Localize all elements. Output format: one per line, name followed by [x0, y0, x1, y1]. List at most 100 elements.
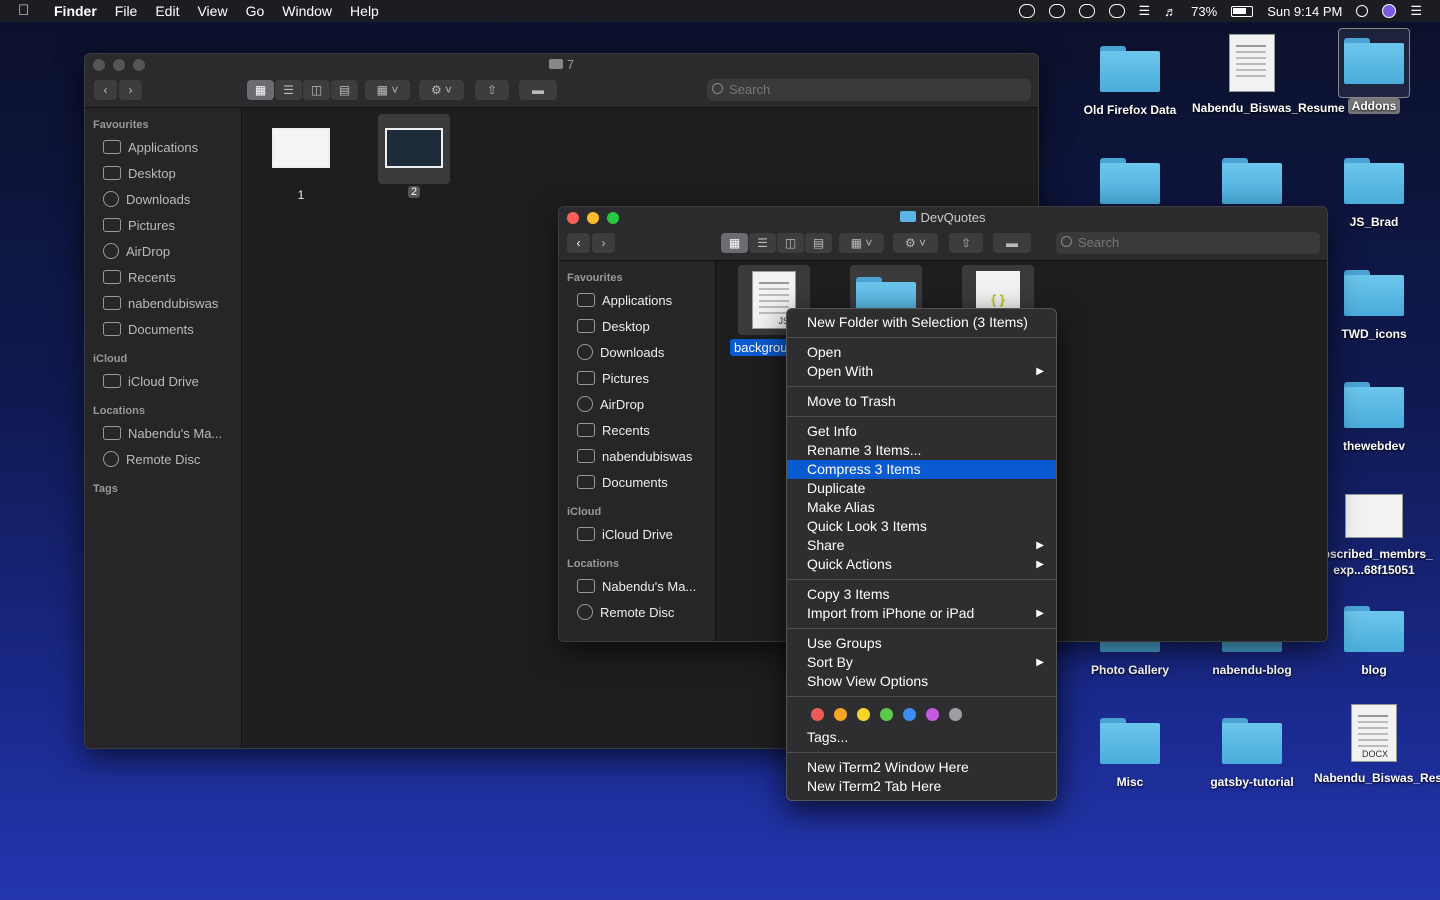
menu-edit[interactable]: Edit [155, 3, 179, 19]
menu-item-new-iterm2-tab-here[interactable]: New iTerm2 Tab Here [787, 777, 1056, 796]
menu-item-copy-3-items[interactable]: Copy 3 Items [787, 585, 1056, 604]
menu-file[interactable]: File [115, 3, 138, 19]
list-view-button[interactable]: ☰ [275, 80, 302, 100]
sidebar-item-nabendubiswas[interactable]: nabendubiswas [85, 290, 241, 316]
tag-color-4[interactable] [903, 707, 916, 721]
menu-item-rename-3-items[interactable]: Rename 3 Items... [787, 441, 1056, 460]
menu-item-import-from-iphone-or-ipad[interactable]: Import from iPhone or iPad ▶ [787, 604, 1056, 623]
menu-item-share[interactable]: Share ▶ [787, 536, 1056, 555]
tag-color-2[interactable] [857, 707, 870, 721]
tags-button[interactable]: ▬ [993, 233, 1031, 253]
clock[interactable]: Sun 9:14 PM [1267, 4, 1342, 19]
sidebar-item-downloads[interactable]: Downloads [559, 339, 715, 365]
sidebar-item-pictures[interactable]: Pictures [85, 212, 241, 238]
menu-item-use-groups[interactable]: Use Groups [787, 634, 1056, 653]
sidebar-item-pictures[interactable]: Pictures [559, 365, 715, 391]
menu-item-quick-actions[interactable]: Quick Actions ▶ [787, 555, 1056, 574]
menu-item-open[interactable]: Open [787, 343, 1056, 362]
menu-item-new-folder-with-selection-3-items[interactable]: New Folder with Selection (3 Items) [787, 313, 1056, 332]
battery-icon[interactable] [1231, 5, 1254, 17]
share-button[interactable]: ⇧ [949, 233, 983, 253]
desktop-item-gatsby-tutorial[interactable]: gatsby-tutorial [1192, 710, 1312, 790]
tag-color-0[interactable] [811, 707, 824, 721]
desktop-item-blog[interactable]: blog [1314, 598, 1434, 678]
desktop-item-folder[interactable] [1070, 150, 1190, 214]
sidebar-item-recents[interactable]: Recents [559, 417, 715, 443]
menu-go[interactable]: Go [246, 3, 265, 19]
gallery-view-button[interactable]: ▤ [805, 233, 832, 253]
menu-item-duplicate[interactable]: Duplicate [787, 479, 1056, 498]
check-icon[interactable] [1018, 4, 1035, 18]
menu-item-get-info[interactable]: Get Info [787, 422, 1056, 441]
search-field[interactable]: Search [1056, 232, 1320, 254]
battery-percent[interactable]: 73% [1191, 4, 1217, 19]
desktop-item-thewebdev[interactable]: thewebdev [1314, 374, 1434, 454]
tag-color-6[interactable] [949, 707, 962, 721]
group-by-button[interactable]: ▦ ˅ [839, 233, 884, 253]
wifi-icon[interactable]: ☰ [1139, 3, 1151, 19]
menu-item-make-alias[interactable]: Make Alias [787, 498, 1056, 517]
desktop-item-misc[interactable]: Misc [1070, 710, 1190, 790]
sidebar-item-documents[interactable]: Documents [559, 469, 715, 495]
tag-color-5[interactable] [926, 707, 939, 721]
sidebar-item-airdrop[interactable]: AirDrop [85, 238, 241, 264]
desktop-item-nabendu-biswas-resume[interactable]: Nabendu_Biswas_Resume [1192, 34, 1345, 116]
creative-cloud-icon[interactable] [1078, 4, 1095, 18]
menu-item-show-view-options[interactable]: Show View Options [787, 672, 1056, 691]
file-item-2[interactable]: 2 [378, 114, 450, 198]
menu-app-finder[interactable]: Finder [54, 3, 97, 19]
group-by-button[interactable]: ▦ ˅ [365, 80, 410, 100]
sidebar-item-remote-disc[interactable]: Remote Disc [85, 446, 241, 472]
menu-item-move-to-trash[interactable]: Move to Trash [787, 392, 1056, 411]
menu-item-sort-by[interactable]: Sort By ▶ [787, 653, 1056, 672]
desktop-item-addons[interactable]: Addons [1314, 28, 1434, 114]
menu-item-quick-look-3-items[interactable]: Quick Look 3 Items [787, 517, 1056, 536]
sidebar-item-desktop[interactable]: Desktop [85, 160, 241, 186]
sidebar-item-icloud-drive[interactable]: iCloud Drive [559, 521, 715, 547]
menu-item-tags[interactable]: Tags... [787, 728, 1056, 747]
sidebar-item-documents[interactable]: Documents [85, 316, 241, 342]
apple-menu-icon[interactable]:  [18, 3, 34, 19]
desktop-item-folder[interactable] [1192, 150, 1312, 214]
sidebar-item-remote-disc[interactable]: Remote Disc [559, 599, 715, 625]
docker-icon[interactable] [1048, 4, 1065, 18]
action-gear-button[interactable]: ⚙ ˅ [893, 233, 938, 253]
sidebar-item-icloud-drive[interactable]: iCloud Drive [85, 368, 241, 394]
sidebar-item-desktop[interactable]: Desktop [559, 313, 715, 339]
icon-view-button[interactable]: ▦ [721, 233, 748, 253]
search-field[interactable]: Search [707, 79, 1031, 101]
sidebar-item-nabendubiswas[interactable]: nabendubiswas [559, 443, 715, 469]
sidebar-item-airdrop[interactable]: AirDrop [559, 391, 715, 417]
desktop-item-nabendu-biswas-resume[interactable]: DOCX Nabendu_Biswas_Resume [1314, 704, 1440, 786]
spotlight-search-icon[interactable] [1356, 5, 1369, 17]
icon-view-button[interactable]: ▦ [247, 80, 274, 100]
desktop-item-old-firefox-data[interactable]: Old Firefox Data [1070, 38, 1190, 118]
notification-center-icon[interactable]: ☰ [1410, 3, 1422, 19]
list-view-button[interactable]: ☰ [749, 233, 776, 253]
tag-color-3[interactable] [880, 707, 893, 721]
action-gear-button[interactable]: ⚙ ˅ [419, 80, 464, 100]
menu-view[interactable]: View [197, 3, 227, 19]
forward-button[interactable]: › [119, 80, 142, 100]
back-button[interactable]: ‹ [567, 233, 590, 253]
column-view-button[interactable]: ◫ [777, 233, 804, 253]
column-view-button[interactable]: ◫ [303, 80, 330, 100]
menu-window[interactable]: Window [282, 3, 332, 19]
menu-help[interactable]: Help [350, 3, 379, 19]
tag-color-1[interactable] [834, 707, 847, 721]
menu-item-new-iterm2-window-here[interactable]: New iTerm2 Window Here [787, 758, 1056, 777]
sidebar-item-downloads[interactable]: Downloads [85, 186, 241, 212]
sidebar-item-applications[interactable]: Applications [559, 287, 715, 313]
time-machine-icon[interactable] [1108, 4, 1125, 18]
file-item-1[interactable]: 1 [270, 128, 332, 202]
desktop-item-ubscribed-membrs-exp-68f15051[interactable]: ubscribed_membrs_exp...68f15051 [1314, 486, 1434, 578]
sidebar-item-applications[interactable]: Applications [85, 134, 241, 160]
volume-icon[interactable]: ♬ [1164, 4, 1177, 19]
forward-button[interactable]: › [592, 233, 615, 253]
sidebar-item-nabendu-s-ma[interactable]: Nabendu's Ma... [559, 573, 715, 599]
desktop-item-js-brad[interactable]: JS_Brad [1314, 150, 1434, 230]
sidebar-item-recents[interactable]: Recents [85, 264, 241, 290]
sidebar-item-nabendu-s-ma[interactable]: Nabendu's Ma... [85, 420, 241, 446]
menu-item-open-with[interactable]: Open With ▶ [787, 362, 1056, 381]
desktop-item-twd-icons[interactable]: TWD_icons [1314, 262, 1434, 342]
